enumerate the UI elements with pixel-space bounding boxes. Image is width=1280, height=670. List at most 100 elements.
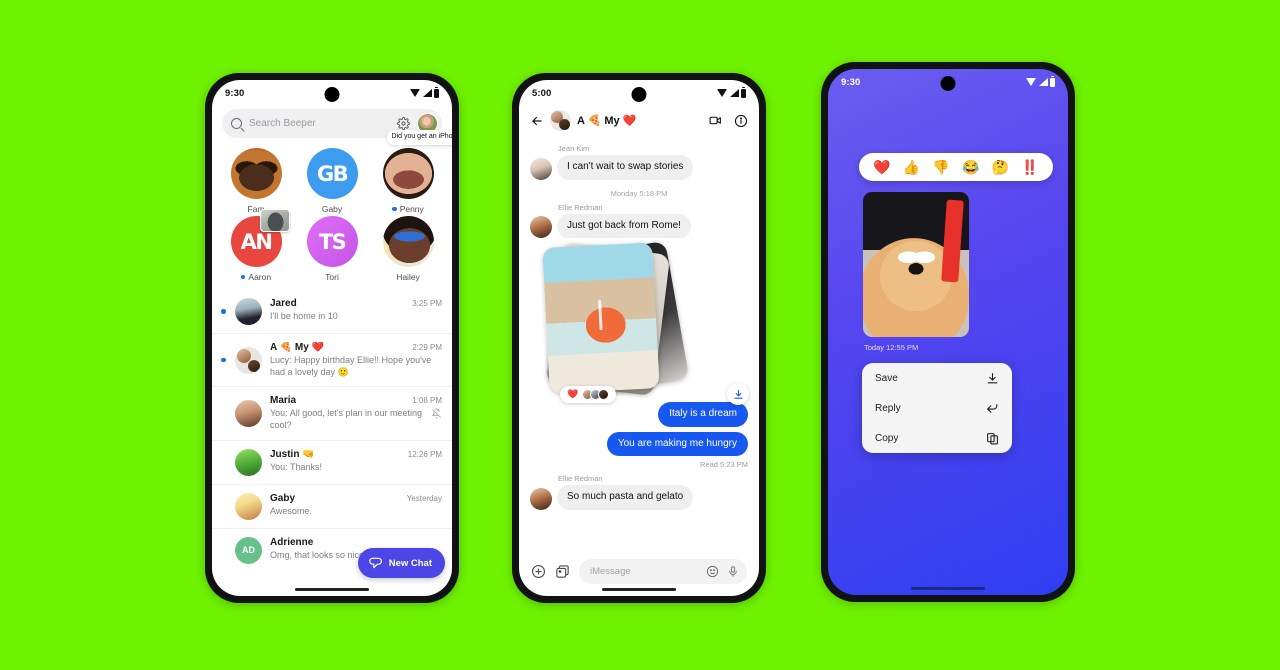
message-input-placeholder: iMessage — [590, 566, 631, 577]
avatar[interactable]: GB — [306, 148, 358, 199]
photo-stack-message[interactable]: ❤️ — [542, 240, 748, 403]
avatar[interactable] — [382, 216, 434, 267]
menu-item-label: Copy — [875, 432, 899, 444]
message-bubble[interactable]: I can't wait to swap stories — [557, 155, 694, 180]
chat-bubble-icon — [368, 557, 382, 569]
photo-message[interactable] — [863, 192, 969, 337]
unread-dot — [240, 274, 246, 280]
monogram-text: AN — [240, 229, 273, 254]
pinned-chat-hailey[interactable]: Hailey — [370, 216, 446, 282]
pin-name: Penny — [399, 204, 424, 214]
table-row[interactable]: Gaby Yesterday Awesome. — [212, 483, 452, 528]
reaction-picker[interactable]: ❤️ 👍 👎 😂 🤔 ‼️ — [859, 153, 1053, 181]
table-row[interactable]: A 🍕 My ❤️ 2:29 PM Lucy: Happy birthday E… — [212, 333, 452, 386]
chat-name: Jared — [270, 298, 297, 309]
pinned-chat-tori[interactable]: TS Tori — [294, 216, 370, 282]
wifi-icon — [410, 89, 420, 97]
message-bubble[interactable]: You are making me hungry — [606, 431, 748, 456]
message-bubble[interactable]: Italy is a dream — [658, 402, 748, 427]
status-icons — [717, 86, 746, 98]
status-time: 9:30 — [225, 87, 245, 99]
avatar — [235, 298, 262, 325]
download-button[interactable] — [727, 383, 749, 405]
video-call-icon[interactable] — [708, 114, 723, 127]
message-incoming[interactable]: I can't wait to swap stories — [530, 155, 748, 180]
table-row[interactable]: Justin 🤜 12:26 PM You: Thanks! — [212, 439, 452, 484]
group-avatar[interactable] — [550, 110, 571, 131]
reaction-thinking-icon[interactable]: 🤔 — [992, 160, 1009, 174]
message-list: Jean Kim I can't wait to swap stories Mo… — [519, 137, 759, 510]
phone-conversation: 5:00 A 🍕 My ❤️ Jean Kim I can't wait to … — [512, 73, 766, 603]
reactor-avatars — [582, 389, 610, 400]
chat-name: A 🍕 My ❤️ — [270, 342, 324, 353]
camera-hole-icon — [324, 87, 340, 102]
page-title[interactable]: A 🍕 My ❤️ — [577, 114, 636, 127]
monogram-text: GB — [316, 161, 349, 186]
avatar[interactable]: AN — [230, 209, 290, 267]
message-sender: Jean Kim — [558, 144, 590, 153]
menu-item-reply[interactable]: Reply — [862, 393, 1012, 423]
photo-detail — [941, 199, 964, 283]
status-icons — [1026, 75, 1055, 87]
status-bar: 9:30 — [828, 69, 1068, 95]
reaction-badge[interactable]: ❤️ — [560, 386, 617, 403]
message-input[interactable]: iMessage — [579, 559, 747, 584]
status-bar: 5:00 — [519, 80, 759, 106]
back-arrow-icon[interactable] — [530, 114, 544, 128]
chat-timestamp: 1:08 PM — [412, 396, 442, 406]
chat-timestamp: 3:25 PM — [412, 299, 442, 308]
mute-bell-icon — [431, 408, 441, 419]
message-outgoing[interactable]: Italy is a dream — [530, 402, 748, 427]
pinned-chat-penny[interactable]: Did you get an iPhone!? Penny — [370, 130, 452, 214]
conversation-header: A 🍕 My ❤️ — [519, 106, 759, 137]
avatar[interactable] — [230, 148, 282, 199]
message-outgoing[interactable]: You are making me hungry — [530, 431, 748, 456]
status-time: 9:30 — [841, 76, 861, 88]
info-icon[interactable] — [734, 114, 748, 128]
reaction-heart-icon[interactable]: ❤️ — [873, 160, 890, 174]
reaction-thumbs-down-icon[interactable]: 👎 — [932, 160, 949, 174]
download-icon — [733, 389, 743, 399]
home-indicator — [602, 588, 676, 591]
message-incoming[interactable]: Just got back from Rome! — [530, 213, 748, 238]
table-row[interactable]: Jared 3:25 PM I'll be home in 10 — [212, 290, 452, 333]
phone2-screen: 5:00 A 🍕 My ❤️ Jean Kim I can't wait to … — [519, 80, 759, 596]
pinned-chat-aaron[interactable]: AN Aaron — [218, 209, 294, 282]
photos-icon[interactable] — [555, 564, 570, 579]
table-row[interactable]: Maria 1:08 PM You: All good, let's plan … — [212, 386, 452, 439]
chat-timestamp: 2:29 PM — [412, 343, 442, 352]
chat-name: Adrienne — [270, 536, 314, 548]
pin-name: Hailey — [396, 272, 420, 282]
chat-preview: Lucy: Happy birthday Ellie!! Hope you've… — [270, 355, 432, 378]
reaction-thumbs-up-icon[interactable]: 👍 — [903, 160, 920, 174]
gear-icon[interactable] — [397, 117, 410, 130]
avatar — [235, 399, 262, 427]
message-incoming[interactable]: So much pasta and gelato — [530, 485, 748, 510]
new-chat-button[interactable]: New Chat — [357, 548, 445, 578]
unread-dot — [221, 309, 226, 314]
phone3-screen: 9:30 ❤️ 👍 👎 😂 🤔 ‼️ Today 12:55 PM Save R… — [828, 69, 1068, 595]
message-bubble[interactable]: Just got back from Rome! — [557, 213, 691, 238]
photo-thumbnail[interactable] — [542, 242, 660, 394]
pinned-chat-gaby[interactable]: GB Gaby — [294, 148, 370, 214]
cellular-icon — [729, 89, 739, 97]
pinned-chat-fam[interactable]: Fam — [218, 148, 294, 214]
status-bar: 9:30 — [212, 80, 452, 106]
menu-item-copy[interactable]: Copy — [862, 423, 1012, 453]
message-bubble[interactable]: So much pasta and gelato — [557, 485, 694, 510]
cellular-icon — [422, 89, 432, 97]
reaction-exclamation-icon[interactable]: ‼️ — [1021, 160, 1038, 174]
avatar[interactable]: TS — [306, 216, 358, 267]
chat-preview: I'll be home in 10 — [270, 311, 338, 321]
emoji-icon[interactable] — [706, 565, 719, 578]
microphone-icon[interactable] — [727, 565, 739, 578]
reaction-laugh-icon[interactable]: 😂 — [962, 160, 979, 174]
copy-icon — [987, 432, 998, 444]
avatar[interactable]: Did you get an iPhone!? — [382, 130, 452, 199]
search-input[interactable]: Search Beeper — [249, 118, 390, 129]
plus-icon[interactable] — [531, 564, 546, 579]
avatar — [530, 216, 552, 238]
message-composer: iMessage — [519, 559, 759, 584]
menu-item-save[interactable]: Save — [862, 363, 1012, 393]
status-time: 5:00 — [532, 87, 552, 99]
